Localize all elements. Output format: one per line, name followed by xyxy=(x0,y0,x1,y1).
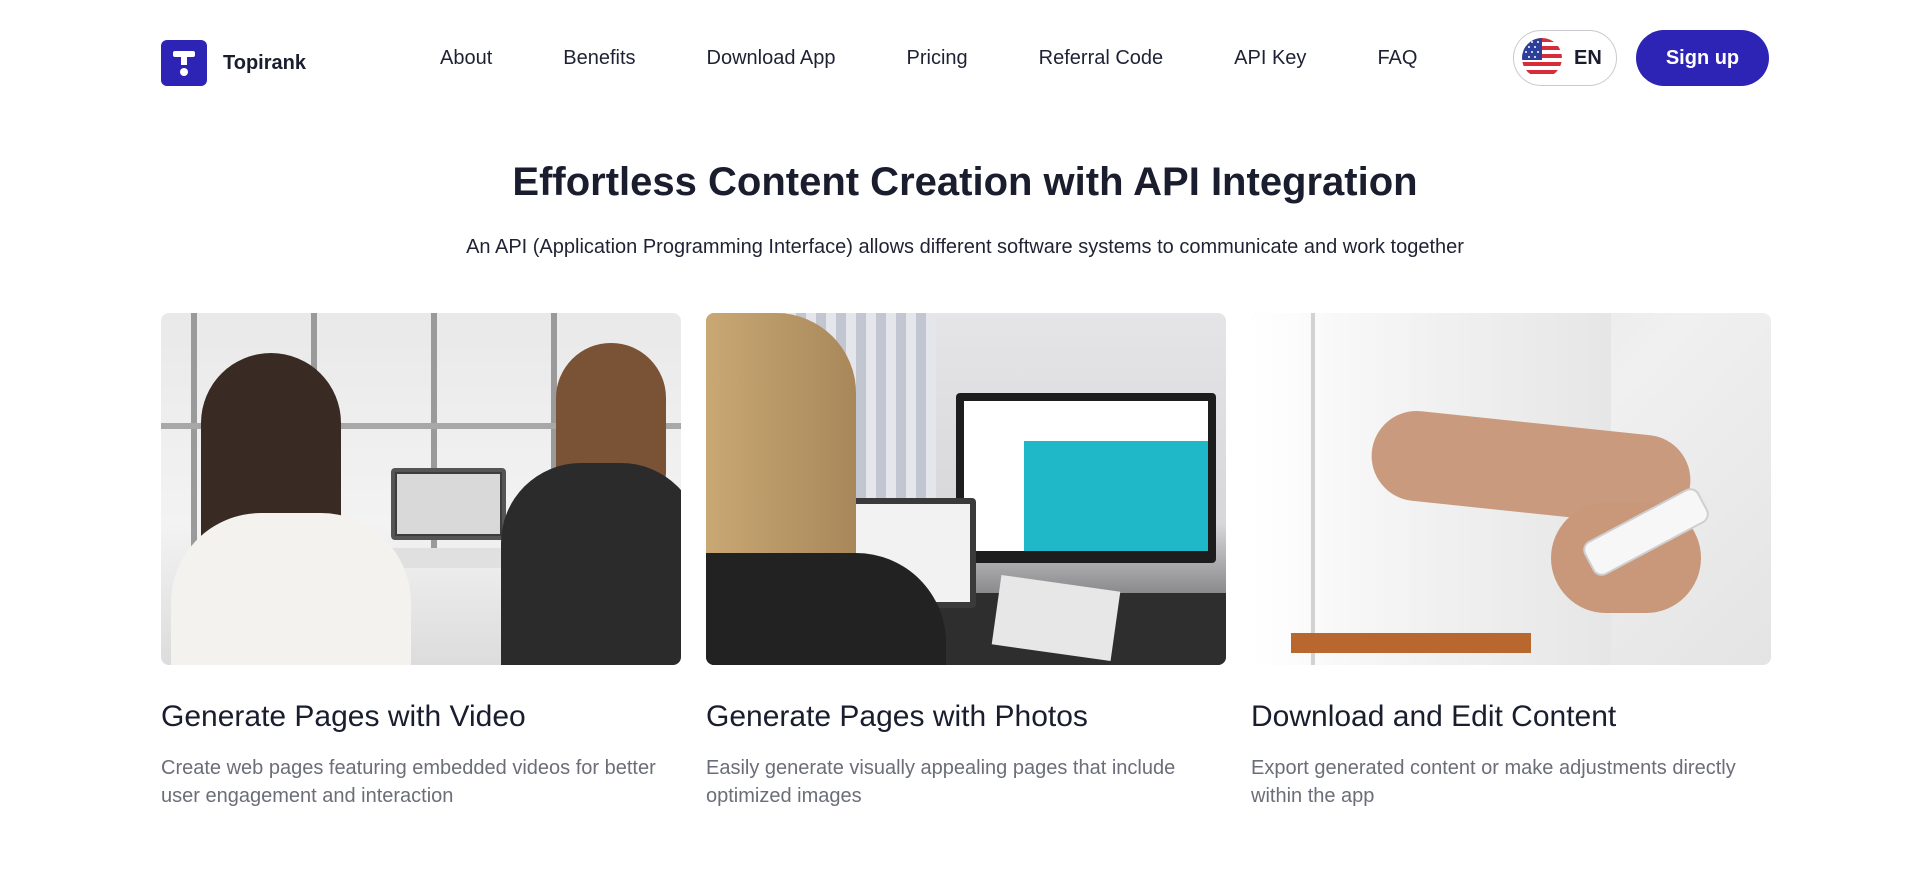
feature-card-download: Download and Edit Content Export generat… xyxy=(1251,313,1771,810)
brand-name: Topirank xyxy=(223,51,306,74)
page-title: Effortless Content Creation with API Int… xyxy=(512,160,1418,204)
feature-description: Create web pages featuring embedded vide… xyxy=(161,757,656,807)
feature-card-video: Generate Pages with Video Create web pag… xyxy=(161,313,681,810)
feature-title: Generate Pages with Video xyxy=(161,700,526,733)
nav-item-faq[interactable]: FAQ xyxy=(1377,47,1417,70)
nav-item-referral-code[interactable]: Referral Code xyxy=(1039,47,1164,70)
feature-image-workstation xyxy=(706,313,1226,665)
us-flag-icon xyxy=(1522,38,1562,78)
brand-logo-link[interactable]: Topirank xyxy=(161,40,306,86)
feature-title: Generate Pages with Photos xyxy=(706,700,1088,733)
topirank-logo-icon xyxy=(161,40,207,86)
site-header: Topirank About Benefits Download App Pri… xyxy=(0,0,1920,117)
main-nav: About Benefits Download App Pricing Refe… xyxy=(440,38,1417,78)
nav-item-pricing[interactable]: Pricing xyxy=(907,47,968,70)
nav-item-download-app[interactable]: Download App xyxy=(707,47,836,70)
language-code: EN xyxy=(1574,46,1602,69)
feature-card-photos: Generate Pages with Photos Easily genera… xyxy=(706,313,1226,810)
feature-title: Download and Edit Content xyxy=(1251,700,1617,733)
feature-image-office xyxy=(161,313,681,665)
nav-item-about[interactable]: About xyxy=(440,47,492,70)
feature-description: Easily generate visually appealing pages… xyxy=(706,757,1176,807)
nav-item-api-key[interactable]: API Key xyxy=(1234,47,1306,70)
feature-image-phone xyxy=(1251,313,1771,665)
page-subtitle: An API (Application Programming Interfac… xyxy=(466,236,1464,258)
language-selector[interactable]: EN xyxy=(1513,30,1617,86)
sign-up-button[interactable]: Sign up xyxy=(1636,30,1769,86)
nav-item-benefits[interactable]: Benefits xyxy=(563,47,635,70)
feature-description: Export generated content or make adjustm… xyxy=(1251,757,1736,807)
